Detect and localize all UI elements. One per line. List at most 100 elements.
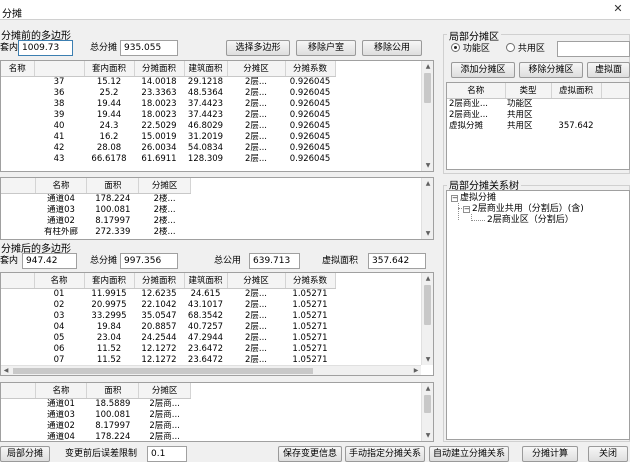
scroll-up-icon[interactable]: ▲ [422, 61, 433, 72]
relation-tree[interactable]: − 虚拟分摊 −2层商业共用（分割后）(含) 2层商业区（分割后） [446, 190, 630, 440]
row-header-cell[interactable] [1, 88, 34, 99]
row-header-cell[interactable] [1, 421, 35, 432]
col-header-name[interactable]: 名称 [35, 383, 88, 399]
collapse-icon[interactable]: − [463, 206, 470, 213]
table-row[interactable]: 05 23.04 24.2544 47.2944 2层... 1.05271 [1, 333, 335, 344]
radio-public-zone[interactable]: 共用区 [506, 41, 545, 57]
radio-unselected-icon[interactable] [506, 43, 515, 52]
table-row[interactable]: 36 25.2 23.3363 48.5364 2层... 0.926045 [1, 88, 335, 99]
scroll-thumb[interactable] [424, 395, 431, 413]
col-header-name[interactable]: 名称 [34, 273, 85, 289]
row-header-cell[interactable] [1, 205, 35, 216]
horizontal-scrollbar[interactable]: ◀ ▶ [1, 365, 421, 375]
col-header-name[interactable]: 名称 [35, 178, 88, 194]
table-row[interactable]: 06 11.52 12.1272 23.6472 2层... 1.05271 [1, 344, 335, 355]
row-header-cell[interactable] [1, 311, 34, 322]
after-units-grid[interactable]: 名称 套内面积 分摊面积 建筑面积 分摊区 分摊系数 01 11.9915 12.6… [0, 272, 434, 376]
col-header-blank[interactable] [1, 178, 36, 194]
zone-search-input[interactable] [557, 41, 630, 57]
col-header-build-area[interactable]: 建筑面积 [184, 273, 228, 289]
row-header-cell[interactable] [1, 288, 34, 300]
after-public-grid[interactable]: 名称 面积 分摊区 通道01 18.5889 2层商... 通道03 100.081 2层… [0, 382, 434, 442]
row-header-cell[interactable] [1, 227, 35, 238]
table-row[interactable]: 2层商业... 共用区 [447, 110, 629, 121]
scroll-down-icon[interactable]: ▼ [422, 160, 433, 171]
col-header-area[interactable]: 面积 [86, 178, 140, 194]
after-total-input[interactable]: 997.356 [120, 253, 178, 269]
table-row[interactable]: 40 24.3 22.5029 46.8029 2层... 0.926045 [1, 121, 335, 132]
col-header-blank[interactable] [1, 273, 35, 289]
col-header-build-area[interactable]: 建筑面积 [184, 61, 228, 77]
col-header-name[interactable]: 名称 [447, 83, 506, 99]
table-row[interactable]: 43 66.6178 61.6911 128.309 2层... 0.926045 [1, 154, 335, 165]
scroll-up-icon[interactable]: ▲ [422, 178, 433, 189]
virtual-area-input[interactable]: 357.642 [368, 253, 426, 269]
remove-public-button[interactable]: 移除公用 [362, 40, 422, 56]
before-public-grid[interactable]: 名称 面积 分摊区 通道04 178.224 2楼... 通道03 100.081 2楼.… [0, 177, 434, 240]
scroll-right-icon[interactable]: ▶ [411, 366, 421, 375]
collapse-icon[interactable]: − [451, 195, 458, 202]
local-zone-grid[interactable]: 名称 类型 虚拟面积 2层商业... 功能区 2层商业... 共用区 虚拟分摊 共用区 35… [446, 82, 630, 170]
public-total-input[interactable]: 639.713 [249, 253, 300, 269]
scroll-up-icon[interactable]: ▲ [422, 273, 433, 284]
col-header-blank[interactable] [601, 83, 629, 99]
col-header-type[interactable]: 类型 [505, 83, 552, 99]
row-header-cell[interactable] [1, 193, 35, 205]
col-header-share-zone[interactable]: 分摊区 [227, 61, 286, 77]
col-header-share-area[interactable]: 分摊面积 [134, 61, 185, 77]
radio-function-zone[interactable]: 功能区 [451, 41, 490, 57]
row-header-cell[interactable] [1, 410, 35, 421]
row-header-cell[interactable] [1, 300, 34, 311]
col-header-share-zone[interactable]: 分摊区 [138, 178, 191, 194]
table-row[interactable]: 01 11.9915 12.6235 24.615 2层... 1.05271 [1, 288, 335, 300]
save-change-button[interactable]: 保存变更信息 [278, 446, 342, 462]
select-polygon-button[interactable]: 选择多边形 [226, 40, 290, 56]
local-share-button[interactable]: 局部分摊 [0, 446, 50, 462]
table-row[interactable]: 虚拟分摊 共用区 357.642 [447, 121, 629, 132]
table-row[interactable]: 2层商业... 功能区 [447, 98, 629, 110]
row-header-cell[interactable] [1, 76, 34, 88]
share-calc-button[interactable]: 分摊计算 [522, 446, 578, 462]
vertical-scrollbar[interactable]: ▲ ▼ [421, 383, 433, 441]
tree-node-grandchild[interactable]: 2层商业区（分割后） [487, 215, 574, 226]
manual-relation-button[interactable]: 手动指定分摊关系 [345, 446, 425, 462]
row-header-cell[interactable] [1, 132, 34, 143]
col-header-share-zone[interactable]: 分摊区 [138, 383, 191, 399]
table-row[interactable]: 07 11.52 12.1272 23.6472 2层... 1.05271 [1, 355, 335, 366]
row-header-cell[interactable] [1, 121, 34, 132]
table-row[interactable]: 03 33.2995 35.0547 68.3542 2层... 1.05271 [1, 311, 335, 322]
scroll-down-icon[interactable]: ▼ [422, 228, 433, 239]
row-header-cell[interactable] [1, 216, 35, 227]
scroll-left-icon[interactable]: ◀ [1, 366, 11, 375]
remove-unit-button[interactable]: 移除户室 [296, 40, 356, 56]
scroll-thumb[interactable] [424, 73, 431, 103]
before-units-grid[interactable]: 名称 套内面积 分摊面积 建筑面积 分摊区 分摊系数 37 15.12 14.001… [0, 60, 434, 172]
scroll-thumb[interactable] [424, 285, 431, 325]
vertical-scrollbar[interactable]: ▲ ▼ [421, 61, 433, 171]
col-header-inner-area[interactable]: 套内面积 [84, 273, 135, 289]
col-header-blank[interactable] [1, 383, 36, 399]
virtual-surface-button[interactable]: 虚拟面 [587, 62, 630, 78]
table-row[interactable]: 通道01 18.5889 2层商... [1, 398, 191, 410]
col-header-virtual-area[interactable]: 虚拟面积 [551, 83, 602, 99]
table-row[interactable]: 通道04 178.224 2层商... [1, 432, 191, 442]
error-limit-input[interactable]: 0.1 [147, 446, 187, 462]
radio-selected-icon[interactable] [451, 43, 460, 52]
row-header-cell[interactable] [1, 355, 34, 366]
col-header-share-coef[interactable]: 分摊系数 [285, 61, 336, 77]
remove-zone-button[interactable]: 移除分摊区 [519, 62, 583, 78]
tree-node-root[interactable]: − 虚拟分摊 [451, 193, 496, 204]
col-header-inner-area[interactable]: 套内面积 [84, 61, 135, 77]
row-header-cell[interactable] [1, 398, 35, 410]
row-header-cell[interactable] [1, 110, 34, 121]
col-header-share-coef[interactable]: 分摊系数 [285, 273, 336, 289]
scroll-down-icon[interactable]: ▼ [422, 430, 433, 441]
col-header-share-area[interactable]: 分摊面积 [134, 273, 185, 289]
table-row[interactable]: 通道02 8.17997 2楼... [1, 216, 191, 227]
table-row[interactable]: 有柱外廊 272.339 2楼... [1, 227, 191, 238]
table-row[interactable]: 通道03 100.081 2层商... [1, 410, 191, 421]
before-inner-input[interactable]: 1009.73 [18, 40, 73, 56]
table-row[interactable]: 39 19.44 18.0023 37.4423 2层... 0.926045 [1, 110, 335, 121]
table-row[interactable]: 04 19.84 20.8857 40.7257 2层... 1.05271 [1, 322, 335, 333]
scroll-up-icon[interactable]: ▲ [422, 383, 433, 394]
